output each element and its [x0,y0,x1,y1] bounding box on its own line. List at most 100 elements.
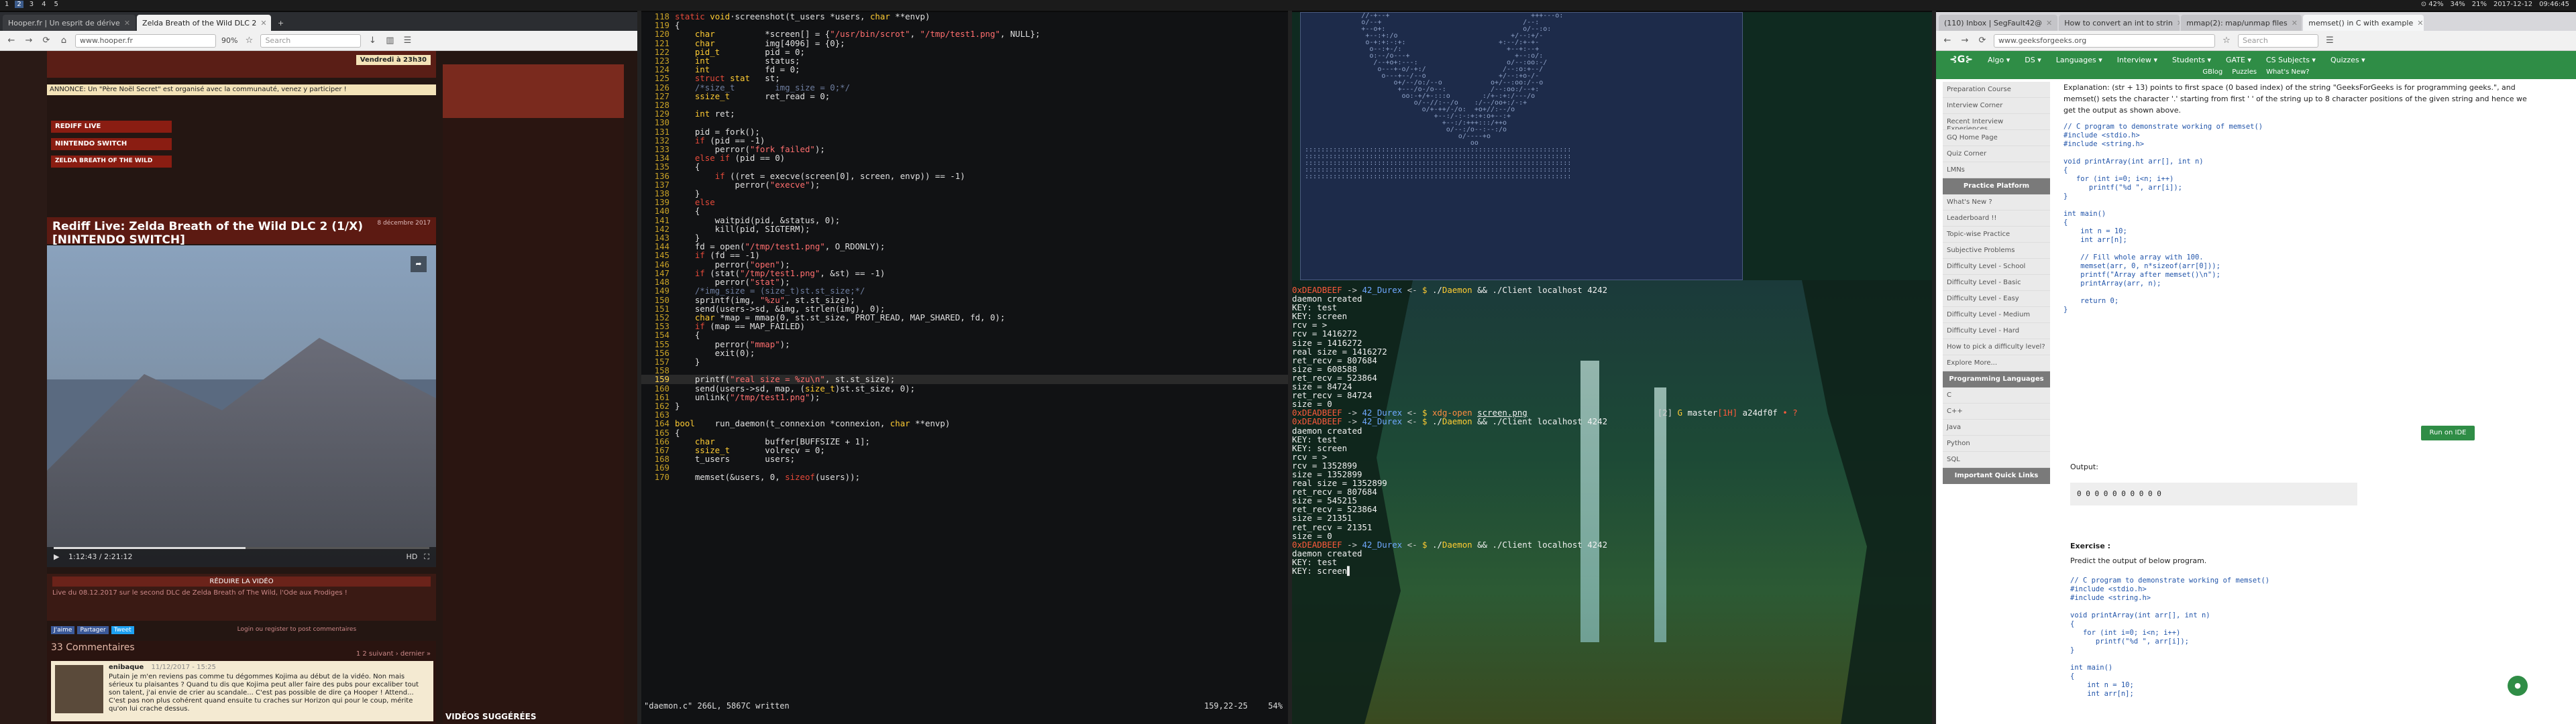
tab-hooper[interactable]: Hooper.fr | Un esprit de dérive ✕ [3,15,136,31]
terminal-line: ret_recv = 84724 [1292,390,1373,401]
hd-icon[interactable]: HD [407,552,418,561]
sidebar-item[interactable]: Difficulty Level - Easy [1943,291,2050,307]
share-button[interactable]: Partager [77,626,109,634]
sidebar-item[interactable]: C++ [1943,404,2050,420]
new-tab-button[interactable]: + [272,15,289,31]
sidebar-item[interactable]: GQ Home Page [1943,130,2050,146]
terminal-window[interactable]: //-+--+ +++---o: o/--+ /--: +--o+: o/--:… [1292,12,1932,724]
zoom-level[interactable]: 90% [221,36,237,45]
ad-box[interactable] [443,64,624,118]
sidebar-item[interactable]: Quiz Corner [1943,146,2050,162]
pager[interactable]: 1 2 suivant › dernier » [356,650,431,658]
tab-zelda[interactable]: Zelda Breath of the Wild DLC 2 ✕ [137,15,272,31]
gfg-nav-item[interactable]: CS Subjects ▾ [2266,56,2316,64]
sidebar-item[interactable]: How to pick a difficulty level? [1943,339,2050,355]
sidebar-item[interactable]: Interview Corner [1943,98,2050,114]
forward-icon[interactable]: → [1959,36,1971,46]
tweet-button[interactable]: Tweet [111,626,134,634]
sidebar-item[interactable]: SQL [1943,452,2050,468]
sidebar-item[interactable]: Difficulty Level - School [1943,259,2050,275]
gfg-nav-item[interactable]: Interview ▾ [2117,56,2157,64]
sidebar-item[interactable]: Difficulty Level - Basic [1943,275,2050,291]
gfg-nav-item[interactable]: Quizzes ▾ [2330,56,2365,64]
close-icon[interactable]: ✕ [2417,19,2423,27]
workspace-switcher[interactable]: 12345 [3,1,60,8]
gfg-subnav-item[interactable]: What's New? [2266,68,2310,79]
close-icon[interactable]: ✕ [2177,19,2180,27]
library-icon[interactable]: ▥ [384,36,396,46]
home-icon[interactable]: ⌂ [58,36,70,46]
url-bar[interactable]: www.geeksforgeeks.org [1994,34,2215,48]
live-event[interactable]: Vendredi à 23h30 [356,55,431,65]
sidebar-item[interactable]: Preparation Course [1943,82,2050,98]
reload-icon[interactable]: ⟳ [1976,36,1988,46]
sidebar-item[interactable]: Python [1943,436,2050,452]
code-buffer[interactable]: 118 static void·screenshot(t_users *users… [641,12,1288,709]
back-icon[interactable]: ← [5,36,17,46]
fullscreen-icon[interactable]: ⛶ [424,552,429,562]
close-icon[interactable]: ✕ [260,19,266,27]
gfg-logo-icon[interactable]: ⊰G⊱ [1949,54,1973,65]
sidebar-item[interactable]: What's New ? [1943,194,2050,210]
gfg-subnav-item[interactable]: Puzzles [2232,68,2257,79]
play-icon[interactable]: ▶ [54,552,59,561]
download-icon[interactable]: ↓ [366,36,378,46]
announcement[interactable]: ANNONCE: Un "Père Noël Secret" est organ… [47,84,436,95]
sidebar-item[interactable]: Difficulty Level - Hard [1943,323,2050,339]
reduce-video-button[interactable]: RÉDUIRE LA VIDÉO [52,577,431,587]
close-icon[interactable]: ✕ [2046,19,2052,27]
workspace-5[interactable]: 5 [52,1,60,8]
nav-nintendo-switch[interactable]: NINTENDO SWITCH [51,138,172,150]
tab-2[interactable]: mmap(2): map/unmap files ✕ [2181,15,2302,31]
search-input[interactable]: Search [260,34,362,48]
sidebar-item[interactable]: Recent Interview Experiences [1943,114,2050,130]
bookmark-icon[interactable]: ☆ [2220,36,2233,46]
close-icon[interactable]: ✕ [2292,19,2298,27]
forward-icon[interactable]: → [23,36,35,46]
sidebar-item[interactable]: Explore More... [1943,355,2050,371]
video-player[interactable]: ➦ ▶ 1:12:43 / 2:21:12 ⛶ HD [47,245,436,567]
back-icon[interactable]: ← [1941,36,1953,46]
comment-author[interactable]: enibaque [109,664,144,671]
tab-3[interactable]: memset() in C with example ✕ [2303,15,2424,31]
sidebar-item[interactable]: LMNs [1943,162,2050,178]
sidebar-item[interactable]: Leaderboard !! [1943,210,2050,227]
video-progress[interactable] [54,547,429,549]
line-number: 160 [654,383,669,394]
scroll-top-icon[interactable]: ● [2508,676,2528,696]
vim-editor[interactable]: 118 static void·screenshot(t_users *users… [641,12,1288,724]
gfg-nav-item[interactable]: Languages ▾ [2056,56,2102,64]
video-description: Live du 08.12.2017 sur le second DLC de … [52,589,347,597]
sidebar-item[interactable]: Topic-wise Practice [1943,227,2050,243]
workspace-3[interactable]: 3 [28,1,36,8]
tab-0[interactable]: (110) Inbox | SegFault42@ ✕ [1939,15,2058,31]
sidebar-item[interactable]: Subjective Problems [1943,243,2050,259]
close-icon[interactable]: ✕ [124,19,130,27]
gfg-nav-item[interactable]: DS ▾ [2025,56,2041,64]
bookmark-icon[interactable]: ☆ [243,36,255,46]
workspace-1[interactable]: 1 [3,1,11,8]
sidebar-item[interactable]: Difficulty Level - Medium [1943,307,2050,323]
gfg-nav-item[interactable]: Algo ▾ [1988,56,2010,64]
workspace-4[interactable]: 4 [40,1,48,8]
menu-icon[interactable]: ☰ [2324,36,2336,46]
reload-icon[interactable]: ⟳ [40,36,52,46]
menu-icon[interactable]: ☰ [401,36,413,46]
search-input[interactable]: Search [2238,34,2318,48]
like-button[interactable]: J'aime [51,626,75,634]
share-icon[interactable]: ➦ [411,256,427,272]
sidebar-item[interactable]: Java [1943,420,2050,436]
login-link[interactable]: Login ou register to post commentaires [237,626,356,634]
line-number: 131 [654,126,669,137]
workspace-2[interactable]: 2 [15,1,23,8]
tab-1[interactable]: How to convert an int to strin ✕ [2059,15,2180,31]
gfg-nav-item[interactable]: Students ▾ [2172,56,2211,64]
gfg-nav-item[interactable]: GATE ▾ [2226,56,2251,64]
gfg-subnav-item[interactable]: GBlog [2202,68,2222,79]
run-on-ide-button[interactable]: Run on IDE [2421,426,2475,440]
url-bar[interactable]: www.hooper.fr [75,34,216,48]
terminal-output[interactable]: 0xDEADBEEF -> 42_Durex <- $ ./Daemon && … [1292,286,1932,715]
nav-rediff-live[interactable]: REDIFF LIVE [51,121,172,133]
nav-zelda[interactable]: ZELDA BREATH OF THE WILD [51,156,172,168]
sidebar-item[interactable]: C [1943,387,2050,404]
